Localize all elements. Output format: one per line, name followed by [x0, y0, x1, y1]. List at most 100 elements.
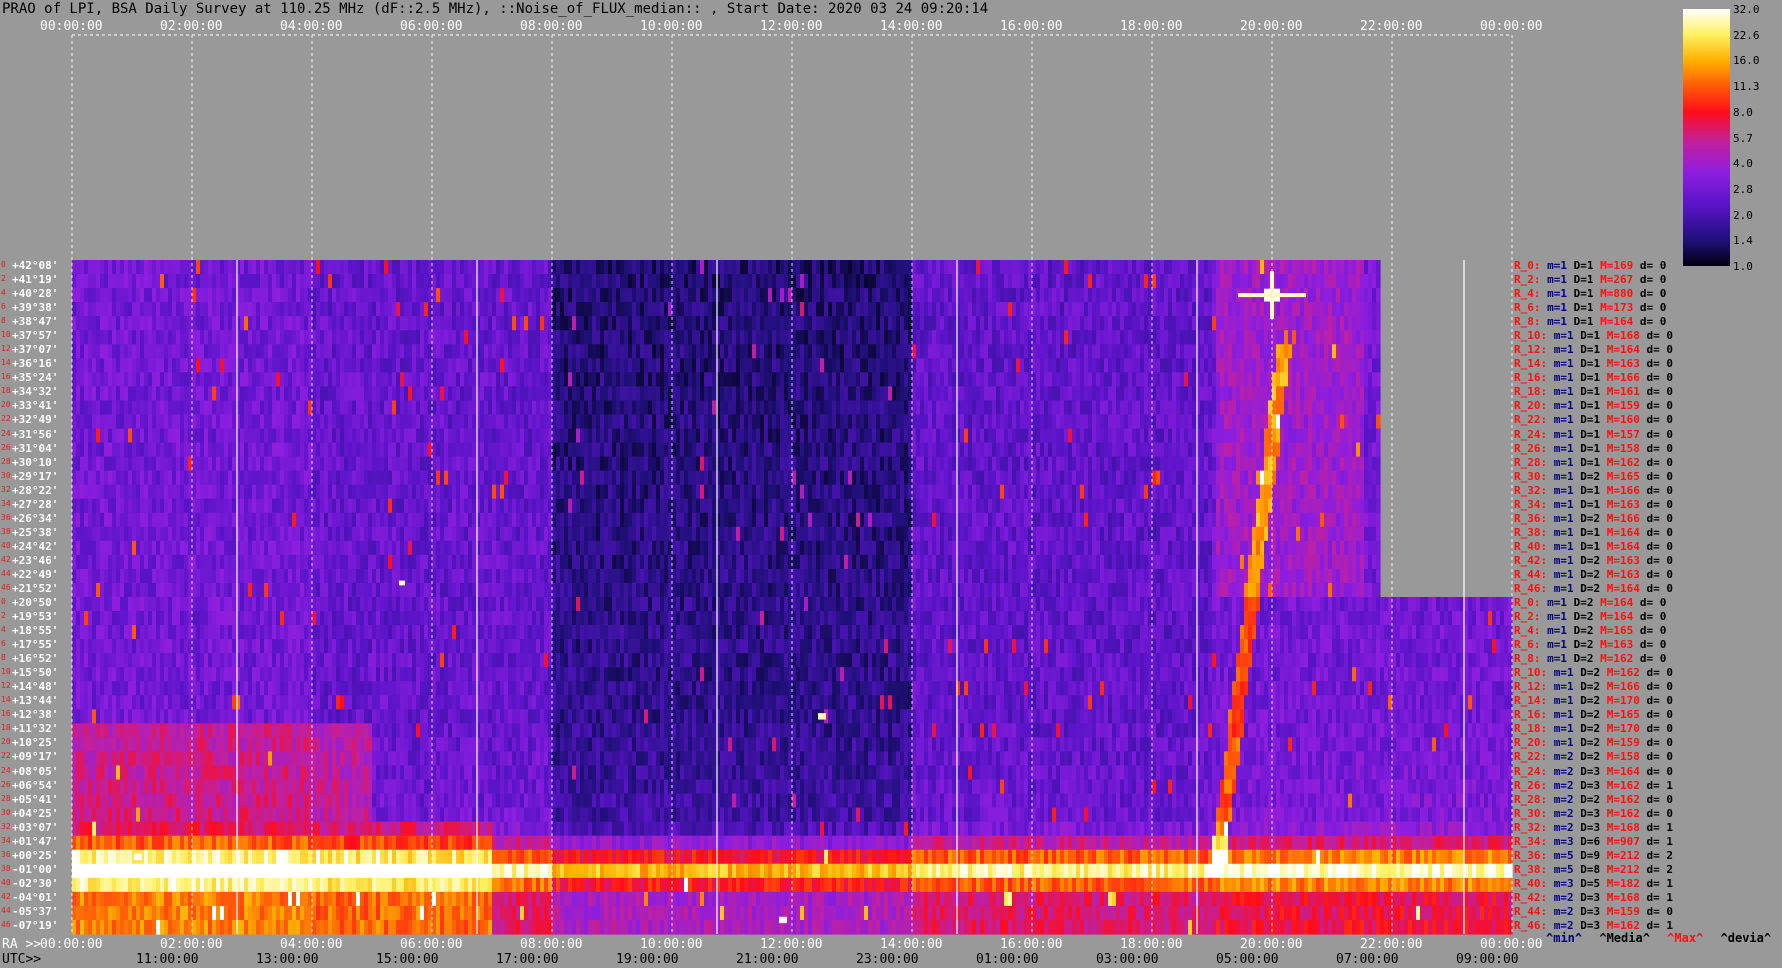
- heatmap-cell: [696, 358, 701, 373]
- heatmap-cell: [416, 344, 421, 359]
- heatmap-cell: [600, 274, 605, 289]
- heatmap-cell: [1180, 316, 1185, 331]
- heatmap-cell: [448, 260, 453, 275]
- heatmap-cell: [372, 372, 377, 387]
- heatmap-cell: [604, 316, 609, 331]
- heatmap-cell: [528, 330, 533, 345]
- heatmap-cell: [272, 274, 277, 289]
- heatmap-cell: [1344, 302, 1349, 317]
- heatmap-cell: [1220, 372, 1225, 387]
- heatmap-cell: [604, 330, 609, 345]
- heatmap-cell: [584, 260, 589, 275]
- heatmap-cell: [464, 316, 469, 331]
- heatmap-cell: [804, 386, 809, 402]
- heatmap-cell: [632, 414, 637, 430]
- heatmap-cell: [896, 400, 901, 416]
- heatmap-cell: [1084, 316, 1089, 331]
- heatmap-cell: [1376, 428, 1381, 444]
- heatmap-cell: [144, 274, 149, 289]
- heatmap-cell: [388, 344, 393, 359]
- heatmap-cell: [272, 330, 277, 345]
- heatmap-cell: [268, 358, 273, 373]
- heatmap-cell: [1324, 442, 1329, 458]
- heatmap-cell: [1352, 358, 1357, 373]
- heatmap-cell: [780, 316, 785, 331]
- heatmap-cell: [920, 302, 925, 317]
- heatmap-cell: [572, 456, 577, 472]
- heatmap-cell: [1356, 372, 1361, 387]
- heatmap-cell: [1352, 372, 1357, 387]
- heatmap-cell: [400, 442, 405, 458]
- heatmap-cell: [1204, 414, 1209, 430]
- heatmap-cell: [1088, 302, 1093, 317]
- heatmap-cell: [432, 358, 437, 373]
- heatmap-cell: [644, 302, 649, 317]
- heatmap-cell: [504, 274, 509, 289]
- heatmap-cell: [576, 330, 581, 345]
- heatmap-cell: [1368, 274, 1373, 289]
- heatmap-cell: [268, 442, 273, 458]
- heatmap-cell: [852, 344, 857, 359]
- heatmap-cell: [912, 344, 917, 359]
- heatmap-cell: [1292, 428, 1297, 444]
- heatmap-cell: [1056, 260, 1061, 275]
- heatmap-cell: [404, 470, 409, 486]
- heatmap-cell: [200, 428, 205, 444]
- heatmap-cell: [156, 372, 161, 387]
- heatmap-cell: [1008, 428, 1013, 444]
- heatmap-cell: [444, 414, 449, 430]
- heatmap-cell: [944, 386, 949, 402]
- heatmap-cell: [948, 428, 953, 444]
- heatmap-cell: [772, 456, 777, 472]
- heatmap-cell: [1124, 456, 1129, 472]
- heatmap-cell: [752, 372, 757, 387]
- heatmap-cell: [1200, 358, 1205, 373]
- heatmap-cell: [828, 456, 833, 472]
- heatmap-cell: [304, 274, 309, 289]
- heatmap-cell: [1304, 302, 1309, 317]
- heatmap-cell: [1176, 260, 1181, 275]
- heatmap-cell: [536, 274, 541, 289]
- heatmap-cell: [196, 372, 201, 387]
- heatmap-cell: [552, 400, 557, 416]
- heatmap-cell: [976, 428, 981, 444]
- heatmap-cell: [852, 442, 857, 458]
- heatmap-cell: [172, 344, 177, 359]
- heatmap-cell: [292, 400, 297, 416]
- heatmap-cell: [940, 414, 945, 430]
- heatmap-cell: [340, 456, 345, 472]
- heatmap-cell: [1272, 414, 1277, 430]
- heatmap-cell: [1104, 358, 1109, 373]
- heatmap-cell: [880, 400, 885, 416]
- heatmap-cell: [412, 400, 417, 416]
- heatmap-cell: [696, 456, 701, 472]
- heatmap-cell: [912, 260, 917, 275]
- heatmap-cell: [452, 274, 457, 289]
- heatmap-cell: [1240, 316, 1245, 331]
- heatmap-cell: [1064, 414, 1069, 430]
- heatmap-cell: [596, 358, 601, 373]
- heatmap-cell: [584, 316, 589, 331]
- heatmap-cell: [756, 442, 761, 458]
- heatmap-cell: [972, 372, 977, 387]
- heatmap-cell: [1312, 288, 1317, 303]
- heatmap-cell: [164, 274, 169, 289]
- heatmap-cell: [484, 316, 489, 331]
- heatmap-cell: [492, 288, 497, 303]
- heatmap-cell: [600, 260, 605, 275]
- heatmap-cell: [72, 358, 77, 373]
- heatmap-cell: [744, 344, 749, 359]
- heatmap-cell: [976, 344, 981, 359]
- heatmap-cell: [100, 358, 105, 373]
- heatmap-cell: [724, 274, 729, 289]
- heatmap-cell: [272, 372, 277, 387]
- heatmap-cell: [1348, 442, 1353, 458]
- heatmap-cell: [164, 260, 169, 275]
- heatmap-cell: [1280, 316, 1285, 331]
- heatmap-cell: [968, 260, 973, 275]
- heatmap-cell: [1376, 414, 1381, 430]
- heatmap-cell: [1048, 344, 1053, 359]
- heatmap-cell: [544, 316, 549, 331]
- heatmap-cell: [580, 330, 585, 345]
- heatmap-cell: [84, 260, 89, 275]
